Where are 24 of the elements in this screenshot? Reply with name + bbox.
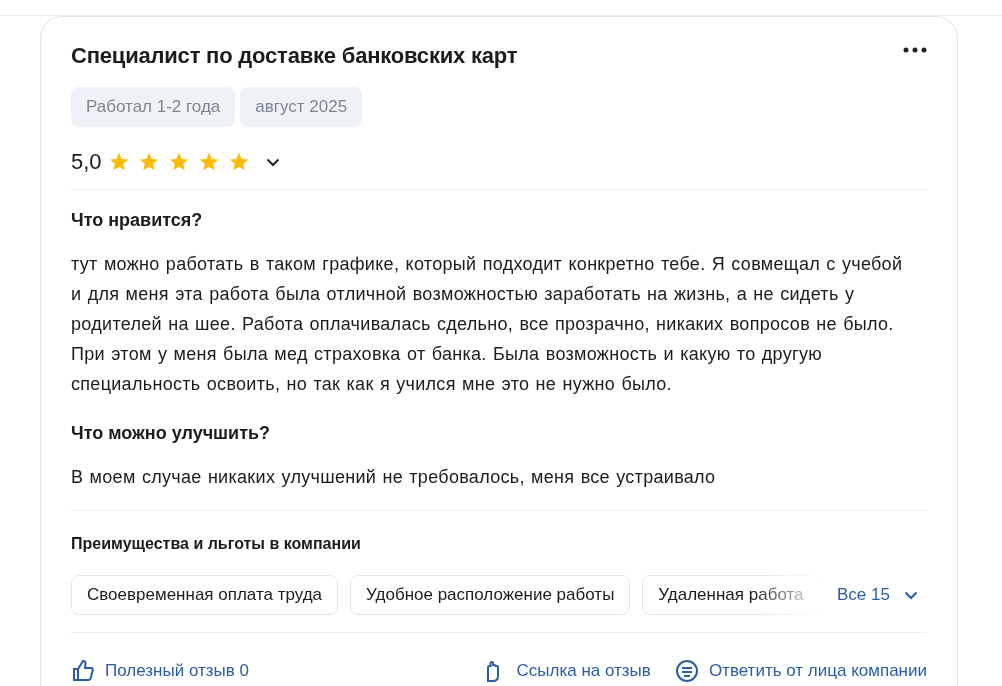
star-icon	[227, 151, 250, 173]
section-heading: Что нравится?	[71, 210, 204, 231]
tag: август 2025	[240, 87, 363, 127]
action-link[interactable]: Ссылка на отзыв	[482, 659, 651, 683]
benefit-chip: Своевременная оплата труда	[71, 575, 339, 615]
rating-score: 5,0	[71, 149, 102, 175]
star-icon	[107, 151, 130, 173]
review-title: Специалист по доставке банковских карт	[71, 43, 518, 69]
more-options-icon[interactable]	[903, 47, 927, 53]
benefit-chip: Удобное расположение работы	[350, 575, 631, 615]
section-heading: Что можно улучшить?	[71, 423, 272, 444]
caret-icon	[903, 590, 918, 600]
action-link[interactable]: Полезный отзыв 0	[71, 659, 249, 683]
thumbs-up-icon	[71, 659, 95, 683]
action-link[interactable]: Ответить от лица компании	[674, 659, 927, 683]
chat-icon	[674, 659, 699, 683]
star-icon	[137, 151, 160, 173]
star-icon	[197, 151, 220, 173]
review-text: В моем случае никаких улучшений не требовалось, меня все устраивало	[71, 466, 717, 489]
tag: Работал 1-2 года	[71, 87, 236, 127]
review-text: тут можно работать в таком графике, который подходит конкретно тебе. Я совмещал с учебой и для меня эта работа была отличной возможностью заработать на жизнь, а не сидеть у родителей на шее. Работа оплачивалась сдельно, все прозрачно, никаких вопросов не было. При этом у меня была мед страховка от банка. Была возможность и какую то другую специальность освоить, но так как я учился мне это не нужно было.	[71, 253, 904, 396]
benefits-heading: Преимущества и льготы в компании	[71, 535, 362, 553]
show-all-link[interactable]: Все 15	[823, 585, 926, 605]
star-icon	[167, 151, 190, 173]
